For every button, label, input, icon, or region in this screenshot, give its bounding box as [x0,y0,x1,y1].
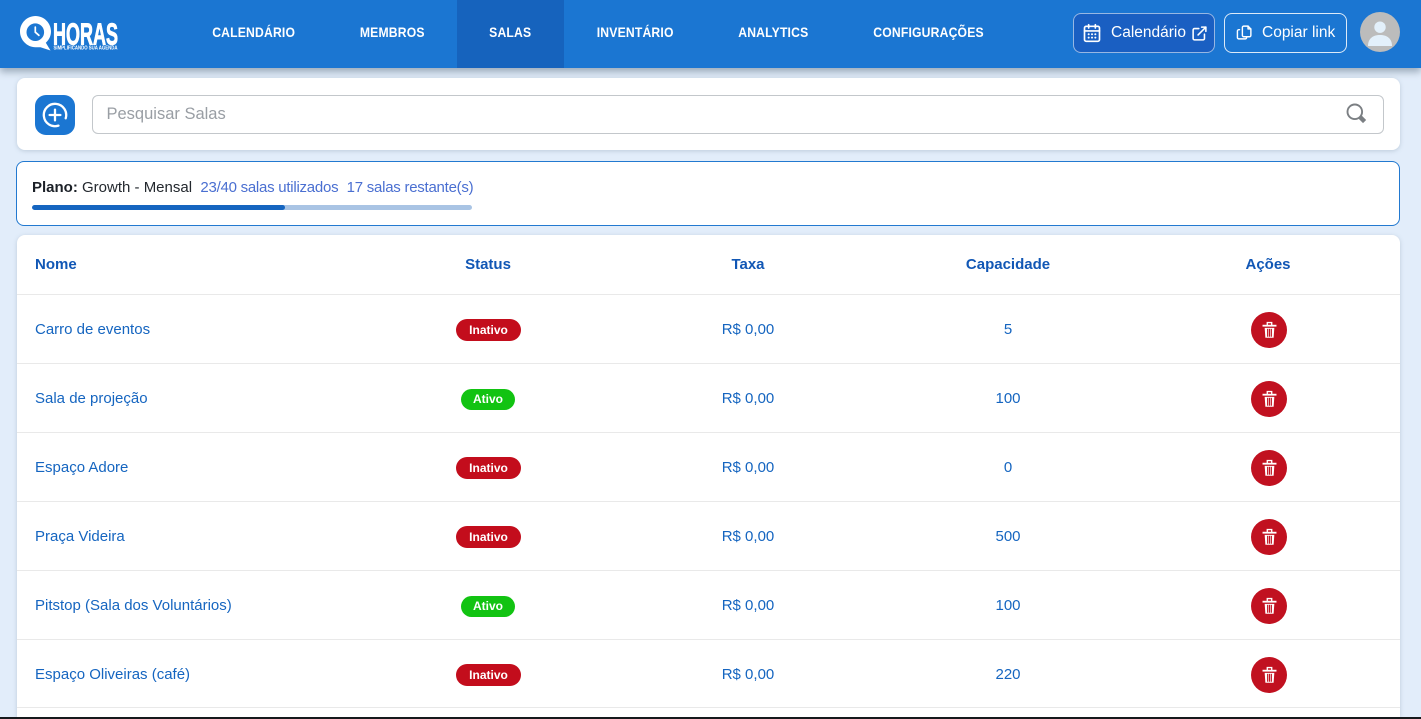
svg-text:SIMPLIFICANDO SUA AGENDA: SIMPLIFICANDO SUA AGENDA [54,46,119,52]
